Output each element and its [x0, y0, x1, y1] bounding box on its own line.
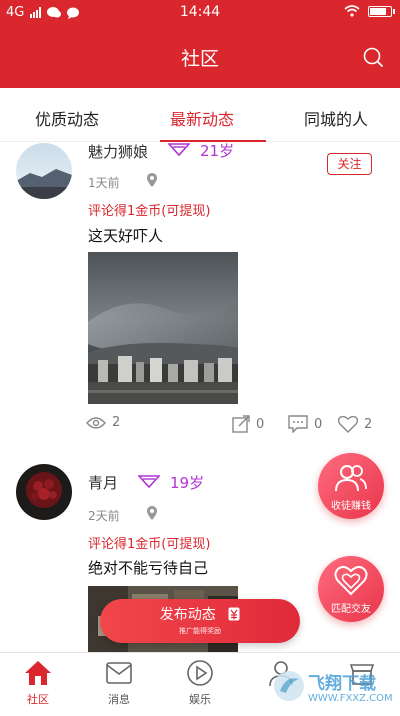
invite-earn-label: 收徒赚钱 — [331, 501, 371, 512]
post-card[interactable]: 魅力狮娘 21岁 关注 1天前 评论得1金币(可提现) 这天好吓人 2 0 0 … — [0, 141, 400, 443]
coin-tag-icon — [228, 607, 240, 621]
tab-bar: 优质动态 最新动态 同城的人 — [0, 88, 400, 142]
post-age: 21岁 — [200, 142, 235, 160]
vip-badge-icon — [138, 475, 160, 489]
invite-earn-button[interactable]: 收徒赚钱 — [318, 453, 384, 519]
post-time: 1天前 — [88, 176, 120, 190]
battery-icon — [368, 5, 395, 17]
match-friends-label: 匹配交友 — [331, 604, 371, 615]
post-text: 绝对不能亏待自己 — [88, 559, 209, 577]
comment-reward-label: 评论得1金币(可提现) — [88, 537, 211, 552]
share-button[interactable]: 0 — [232, 415, 264, 433]
envelope-icon — [106, 662, 132, 684]
tab-nearby-people[interactable]: 同城的人 — [304, 106, 368, 130]
vip-badge-icon — [168, 143, 190, 157]
publish-post-button[interactable]: 发布动态 推广能得奖励 — [100, 599, 300, 643]
post-time: 2天前 — [88, 509, 120, 523]
page-title: 社区 — [180, 48, 219, 70]
comment-icon — [288, 415, 308, 433]
post-image[interactable] — [88, 252, 238, 404]
follow-button[interactable]: 关注 — [327, 153, 372, 175]
publish-sub-label: 推广能得奖励 — [179, 627, 221, 635]
heart-icon — [338, 415, 358, 433]
nav-messages-label: 消息 — [108, 693, 130, 706]
status-time: 14:44 — [179, 4, 221, 20]
wifi-icon — [344, 5, 360, 17]
views-count: 2 — [112, 415, 121, 430]
nav-entertainment-label: 娱乐 — [189, 693, 211, 706]
post-stats-bar: 2 0 0 2 — [0, 415, 400, 441]
match-friends-button[interactable]: 匹配交友 — [318, 556, 384, 622]
nav-messages[interactable]: 消息 — [89, 659, 149, 707]
post-text: 这天好吓人 — [88, 227, 164, 245]
status-bar: 4G 14:44 — [0, 0, 400, 26]
post-age: 19岁 — [170, 474, 205, 492]
tab-quality-posts[interactable]: 优质动态 — [35, 106, 99, 130]
app-header: 社区 — [0, 26, 400, 88]
bottom-nav: 社区 消息 娱乐 飞翔下载 WWW.FXXZ.COM — [0, 652, 400, 716]
users-icon — [335, 465, 367, 492]
watermark: 飞翔下载 WWW.FXXZ.COM — [272, 667, 398, 713]
nav-community[interactable]: 社区 — [8, 659, 68, 707]
eye-icon — [86, 416, 106, 429]
avatar[interactable] — [16, 143, 72, 199]
heart-match-icon — [334, 565, 368, 596]
like-count: 2 — [364, 416, 373, 432]
watermark-text: 飞翔下载 — [308, 674, 376, 694]
share-count: 0 — [256, 416, 265, 432]
avatar[interactable] — [16, 464, 72, 520]
like-button[interactable]: 2 — [338, 415, 372, 433]
home-icon — [25, 661, 51, 685]
share-icon — [232, 415, 250, 433]
post-username[interactable]: 青月 — [88, 472, 118, 493]
nav-entertainment[interactable]: 娱乐 — [170, 659, 230, 707]
search-icon[interactable] — [362, 46, 384, 68]
watermark-logo-icon — [274, 671, 304, 701]
nav-community-label: 社区 — [27, 693, 49, 706]
tab-latest-posts[interactable]: 最新动态 — [170, 106, 234, 130]
comment-count: 0 — [314, 416, 323, 432]
play-icon — [187, 660, 213, 686]
publish-label: 发布动态 — [100, 604, 300, 624]
views-stat: 2 — [86, 415, 120, 430]
comment-button[interactable]: 0 — [288, 415, 322, 433]
post-username[interactable]: 魅力狮娘 — [88, 141, 148, 162]
location-pin-icon — [147, 506, 157, 520]
watermark-url: WWW.FXXZ.COM — [308, 693, 393, 704]
location-pin-icon — [147, 173, 157, 187]
comment-reward-label: 评论得1金币(可提现) — [88, 204, 211, 219]
